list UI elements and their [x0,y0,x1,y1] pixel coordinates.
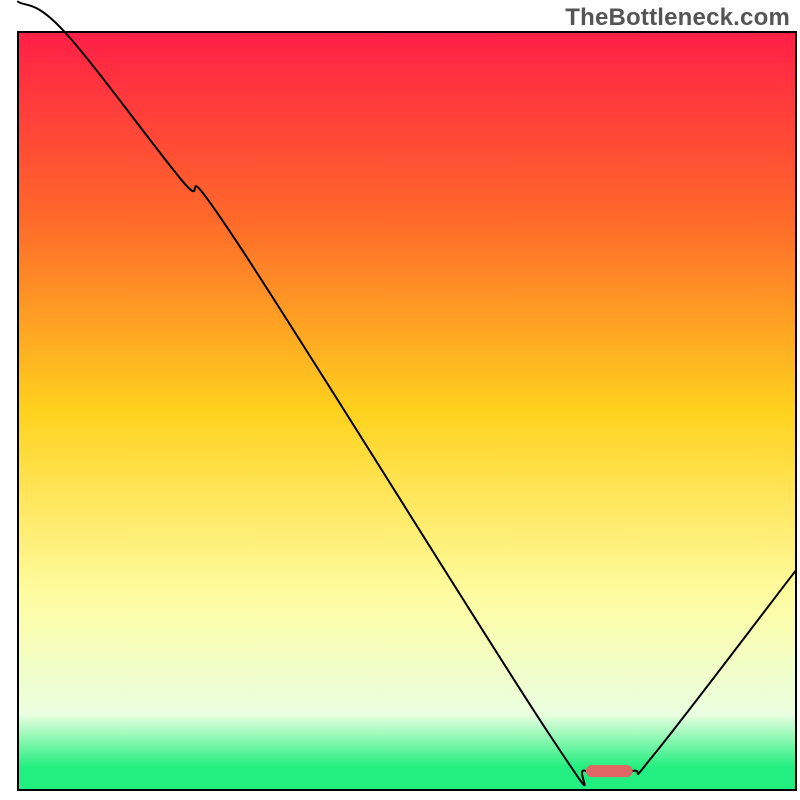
bottleneck-chart: TheBottleneck.com [0,0,800,800]
plot-background [18,32,796,790]
watermark-label: TheBottleneck.com [565,4,790,32]
optimal-range-marker [586,765,633,777]
chart-canvas [0,0,800,800]
